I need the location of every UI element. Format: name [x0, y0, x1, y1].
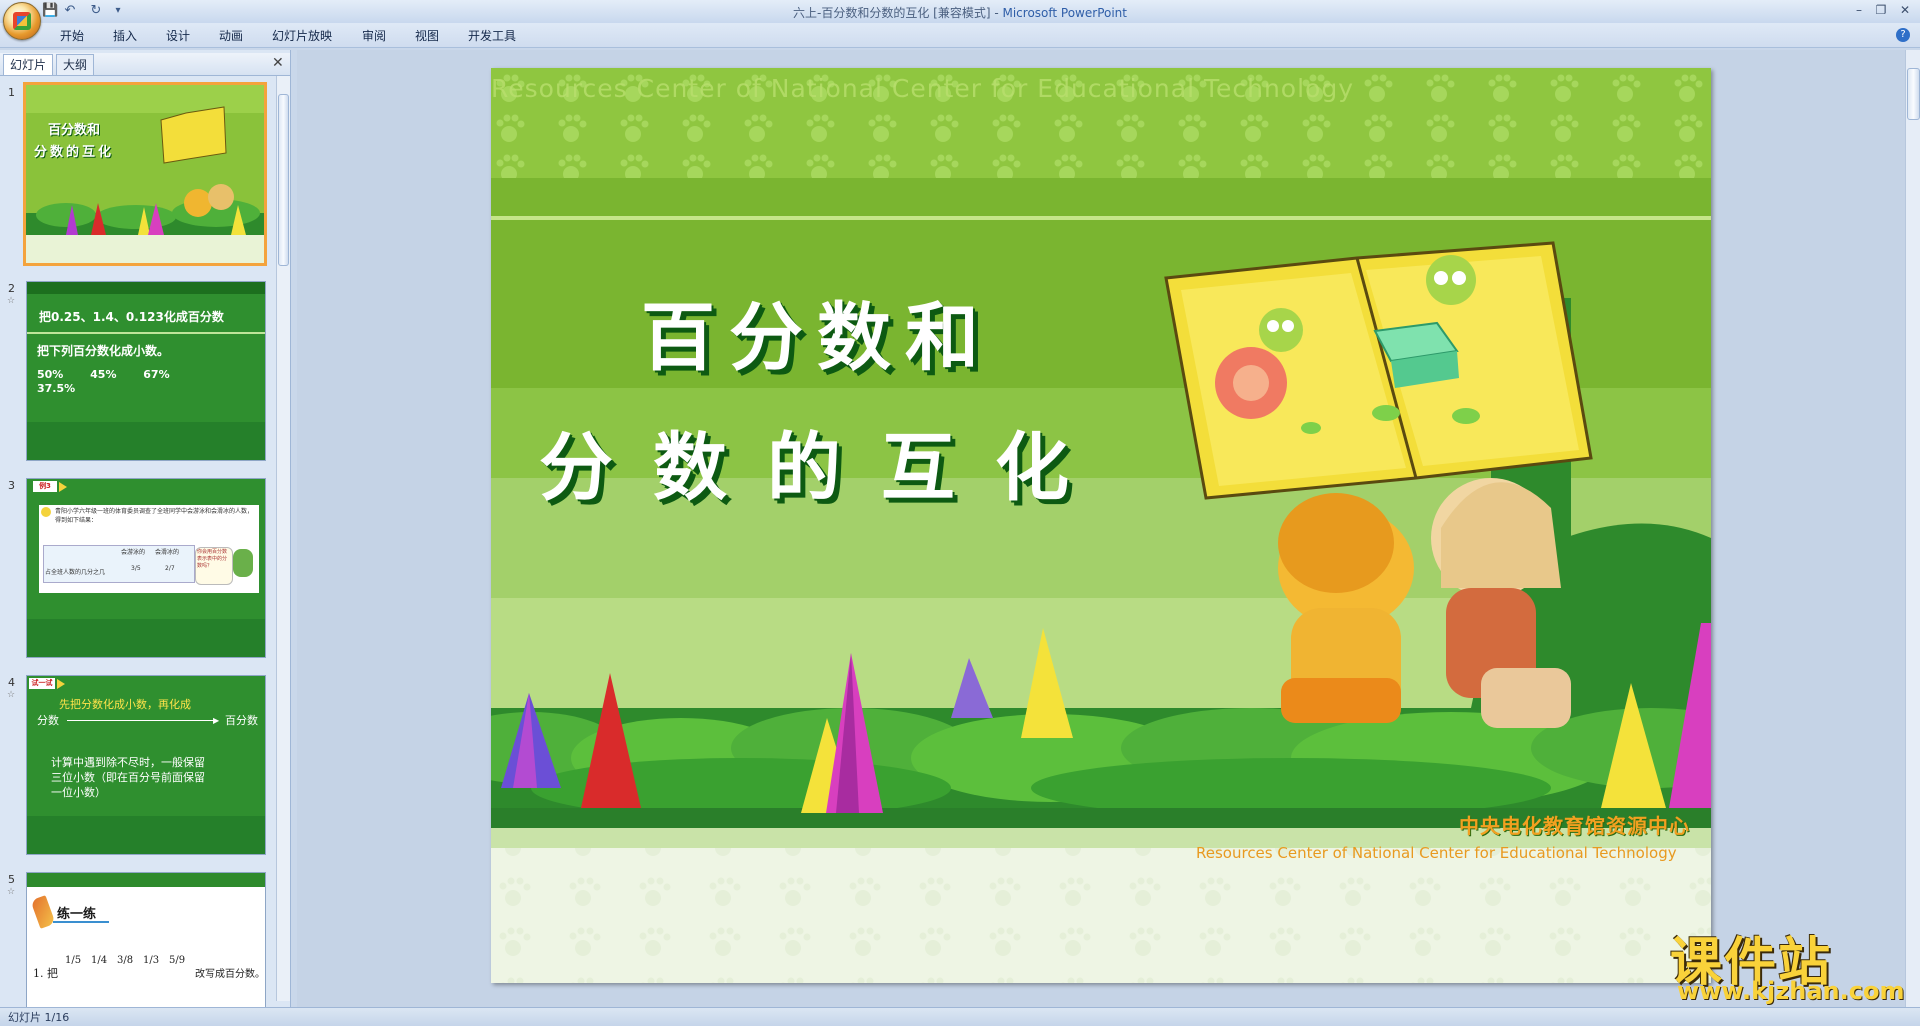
tab-slideshow[interactable]: 幻灯片放映	[272, 27, 332, 44]
close-button[interactable]: ✕	[1896, 2, 1914, 18]
slide-thumbnail-list: 1 百分数和 分数的互化 2 ☆ 把0.25、1.4、0.123化成百分数 把下…	[0, 76, 276, 1007]
window-title: 六上-百分数和分数的互化 [兼容模式] - Microsoft PowerPoi…	[0, 4, 1920, 21]
thumb-3-text: 青阳小学六年级一班的体育委员调查了全班同学中会游泳和会滑冰的人数，得到如下结果：	[55, 508, 254, 524]
thumb-4-note3: 一位小数）	[51, 786, 106, 799]
thumb-4-arrow-line	[67, 720, 215, 721]
thumb-4-arrow-icon	[57, 679, 65, 689]
slide-thumbnail-2[interactable]: 把0.25、1.4、0.123化成百分数 把下列百分数化成小数。 50% 45%…	[26, 281, 266, 461]
slide-number: 1	[8, 86, 15, 99]
slide-thumbnail-3[interactable]: 例3 青阳小学六年级一班的体育委员调查了全班同学中会游泳和会滑冰的人数，得到如下…	[26, 478, 266, 658]
thumb-2-band	[27, 282, 265, 294]
restore-button[interactable]: ❐	[1872, 2, 1890, 18]
panel-scrollbar-thumb[interactable]	[278, 94, 289, 266]
slide-number: 2	[8, 282, 15, 295]
thumb-5-heading: 练一练	[57, 907, 97, 922]
animation-star-icon: ☆	[7, 887, 16, 897]
thumb-3-v1: 3/5	[131, 565, 141, 572]
thumb-5-exercise-suffix: 改写成百分数。	[195, 969, 265, 980]
thumb-5-band	[27, 873, 265, 887]
tab-view[interactable]: 视图	[415, 27, 439, 44]
thumb-4-tag: 试一试	[29, 678, 55, 689]
tab-review[interactable]: 审阅	[362, 27, 386, 44]
tab-outline[interactable]: 大纲	[56, 54, 95, 75]
thumb-3-bubble: 你会用百分数表示表中的分数吗？	[195, 547, 233, 585]
logo-chinese: 中央电化教育馆资源中心	[1459, 814, 1690, 838]
thumb-3-footer-band	[27, 619, 265, 657]
thumb-3-tag: 例3	[33, 481, 57, 492]
thumb-5-fraction: 5/9	[169, 955, 186, 966]
thumb-5-underline	[53, 921, 109, 923]
help-icon[interactable]: ?	[1896, 28, 1910, 42]
thumb-3-number-badge	[41, 507, 51, 517]
slide-number: 5	[8, 873, 15, 886]
tab-design[interactable]: 设计	[166, 27, 190, 44]
thumb-5-fraction: 1/5	[65, 955, 82, 966]
thumb-3-rowlabel: 占全班人数的几分之几	[45, 569, 106, 576]
slide-title-line1[interactable]: 百分数和	[641, 278, 993, 385]
thumb-2-footer-band	[27, 422, 265, 460]
thumb-4-left: 分数	[37, 714, 59, 727]
tab-home[interactable]: 开始	[60, 27, 84, 44]
slide-thumbnail-1[interactable]: 百分数和 分数的互化	[23, 82, 267, 266]
slide-counter: 幻灯片 1/16	[8, 1011, 70, 1024]
slide-background-text: Resources Center of National Center for …	[491, 74, 1355, 103]
animation-star-icon: ☆	[7, 690, 16, 700]
thumb-5-fraction: 3/8	[117, 955, 134, 966]
tab-animations[interactable]: 动画	[219, 27, 243, 44]
thumb-2-divider	[27, 332, 265, 334]
watermark-url: www.kjzhan.com	[1677, 977, 1905, 1005]
slide-title-line2[interactable]: 分数的互化	[539, 408, 1109, 515]
thumb-3-v2: 2/7	[165, 565, 175, 572]
thumb-3-character	[233, 549, 253, 577]
thumb-2-line1: 把0.25、1.4、0.123化成百分数	[39, 310, 224, 324]
tab-slides[interactable]: 幻灯片	[3, 54, 54, 75]
thumb-4-note2: 三位小数（即在百分号前面保留	[51, 771, 205, 784]
slide-number: 3	[8, 479, 15, 492]
tab-developer[interactable]: 开发工具	[468, 27, 516, 44]
window-title-separator: -	[990, 6, 1003, 20]
thumb-1-title-line1: 百分数和	[48, 123, 101, 138]
thumb-5-exercise-prefix: 1. 把	[33, 967, 58, 980]
thumb-2-line2: 把下列百分数化成小数。	[37, 344, 170, 358]
thumb-4-line1: 先把分数化成小数，再化成	[59, 698, 191, 711]
window-title-document: 六上-百分数和分数的互化 [兼容模式]	[793, 6, 991, 20]
office-logo-icon	[13, 12, 31, 30]
status-bar	[0, 1007, 1920, 1026]
panel-close-icon[interactable]: ✕	[272, 55, 284, 71]
thumb-2-line3: 50% 45% 67%	[37, 368, 170, 381]
thumb-3-arrow-icon	[59, 482, 67, 492]
thumb-2-line4: 37.5%	[37, 382, 76, 395]
minimize-button[interactable]: –	[1850, 2, 1868, 18]
thumb-3-col1: 会游泳的	[121, 549, 146, 556]
thumb-4-arrowhead-icon: ▶	[213, 716, 220, 725]
pencil-icon	[30, 895, 56, 929]
thumb-5-fraction: 1/3	[143, 955, 160, 966]
logo-english: Resources Center of National Center for …	[1196, 844, 1677, 862]
current-slide[interactable]: Resources Center of National Center for …	[491, 68, 1711, 983]
slide-thumbnail-5[interactable]: 练一练 1. 把 1/5 1/4 3/8 1/3 5/9 改写成百分数。	[26, 872, 266, 1007]
thumb-4-note1: 计算中遇到除不尽时，一般保留	[51, 756, 205, 769]
slide-thumbnail-4[interactable]: 试一试 先把分数化成小数，再化成 分数 ▶ 百分数 计算中遇到除不尽时，一般保留…	[26, 675, 266, 855]
window-title-app: Microsoft PowerPoint	[1002, 6, 1127, 20]
thumb-4-footer-band	[27, 816, 265, 854]
thumb-5-fraction: 1/4	[91, 955, 108, 966]
slide-1-thumb-art	[26, 85, 264, 263]
slide-number: 4	[8, 676, 15, 689]
thumb-1-title-line2: 分数的互化	[34, 145, 115, 160]
main-scrollbar-thumb[interactable]	[1907, 68, 1920, 120]
office-button[interactable]	[3, 2, 41, 40]
thumb-4-right: 百分数	[225, 714, 258, 727]
main-scrollbar[interactable]	[1905, 50, 1920, 1007]
animation-star-icon: ☆	[7, 296, 16, 306]
tab-insert[interactable]: 插入	[113, 27, 137, 44]
thumb-3-col2: 会滑冰的	[155, 549, 180, 556]
